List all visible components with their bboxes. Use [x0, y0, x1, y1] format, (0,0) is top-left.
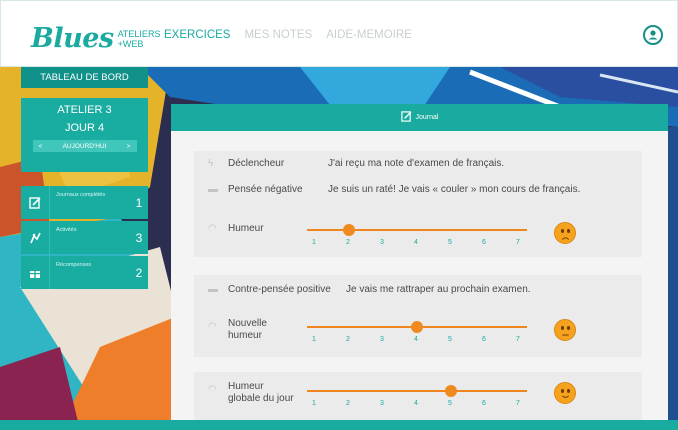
- nav-exercices[interactable]: EXERCICES: [164, 29, 230, 41]
- neutral-face-icon: [554, 319, 576, 341]
- journal-title: Journal: [415, 114, 439, 121]
- sidebar-item-label: Journaux complétés: [49, 186, 130, 219]
- slider-tick-label: 7: [516, 400, 520, 407]
- happy-face-icon: [554, 382, 576, 404]
- sidebar-item-label: Récompenses: [49, 256, 130, 289]
- slider-tick-label: 4: [414, 239, 418, 246]
- logo[interactable]: Blues ATELIERS +WEB: [31, 23, 160, 54]
- humeur-globale-line2: globale du jour: [228, 393, 294, 404]
- slider-tick-label: 2: [346, 336, 350, 343]
- slider-tick-label: 6: [482, 400, 486, 407]
- lightning-icon: ϟ: [208, 158, 214, 169]
- prev-day-arrow-icon[interactable]: <: [39, 143, 43, 150]
- sidebar-item-count: 2: [135, 265, 143, 280]
- humeur-label: Humeur: [228, 223, 264, 234]
- user-circle-icon[interactable]: [643, 25, 663, 45]
- nav-mes-notes[interactable]: MES NOTES: [244, 29, 312, 41]
- today-label: AUJOURD'HUI: [62, 142, 107, 150]
- humeur-globale-label: Humeur globale du jour: [228, 381, 294, 405]
- next-day-arrow-icon[interactable]: >: [127, 143, 131, 150]
- slider-tick-label: 6: [482, 239, 486, 246]
- slider-tick-label: 1: [312, 336, 316, 343]
- main-nav: EXERCICES MES NOTES AIDE-MEMOIRE: [164, 29, 412, 41]
- bottom-bar: [0, 420, 678, 430]
- pensee-label: Pensée négative: [228, 184, 303, 195]
- sidebar-item-count: 3: [135, 230, 143, 245]
- slider-tick-label: 1: [312, 400, 316, 407]
- slider-track[interactable]: [307, 229, 527, 231]
- dashboard-sidebar: TABLEAU DE BORD ATELIER 3 JOUR 4 < AUJOU…: [21, 67, 148, 289]
- contre-pensee-label: Contre-pensée positive: [228, 284, 331, 295]
- slider-tick-label: 4: [414, 336, 418, 343]
- slider-tick-label: 3: [380, 400, 384, 407]
- gift-icon: [21, 256, 49, 289]
- slider-tick-label: 4: [414, 400, 418, 407]
- journal-entry-card: ϟ Déclencheur J'ai reçu ma note d'examen…: [194, 151, 642, 257]
- thought-icon: ▬: [208, 184, 218, 195]
- nouvelle-humeur-slider[interactable]: 1 2 3 4 5 6 7: [307, 320, 527, 344]
- sidebar-item-journaux[interactable]: Journaux complétés 1: [21, 186, 148, 219]
- slider-tick-label: 2: [346, 400, 350, 407]
- day-selector: < AUJOURD'HUI >: [32, 140, 137, 152]
- journal-header: Journal: [171, 104, 668, 131]
- slider-track[interactable]: [307, 390, 527, 392]
- contre-pensee-value[interactable]: Je vais me rattraper au prochain examen.: [346, 284, 531, 295]
- pensee-row: ▬ Pensée négative Je suis un raté! Je va…: [208, 184, 580, 195]
- slider-tick-label: 3: [380, 336, 384, 343]
- slider-tick-label: 2: [346, 239, 350, 246]
- mood-icon: ◠: [208, 223, 217, 234]
- nouvelle-humeur-line1: Nouvelle: [228, 318, 267, 329]
- logo-subtitle: ATELIERS +WEB: [118, 29, 161, 49]
- nouvelle-humeur-line2: humeur: [228, 330, 262, 341]
- humeur-globale-slider[interactable]: 1 2 3 4 5 6 7: [307, 384, 527, 408]
- slider-tick-label: 6: [482, 336, 486, 343]
- dashboard-title: TABLEAU DE BORD: [21, 67, 148, 88]
- slider-tick-label: 5: [448, 239, 452, 246]
- sidebar-item-recompenses[interactable]: Récompenses 2: [21, 256, 148, 289]
- top-bar: Blues ATELIERS +WEB EXERCICES MES NOTES …: [0, 0, 678, 67]
- contre-pensee-card: ▬ Contre-pensée positive Je vais me ratt…: [194, 275, 642, 357]
- slider-handle[interactable]: [343, 224, 355, 236]
- logo-text: Blues: [31, 23, 114, 54]
- slider-tick-label: 7: [516, 336, 520, 343]
- sad-face-icon: [554, 222, 576, 244]
- declencheur-label: Déclencheur: [228, 158, 285, 169]
- humeur-slider[interactable]: 1 2 3 4 5 6 7: [307, 223, 527, 247]
- edit-note-icon: [400, 110, 412, 125]
- thought-icon: ▬: [208, 284, 218, 295]
- pensee-value[interactable]: Je suis un raté! Je vais « couler » mon …: [328, 184, 580, 195]
- nouvelle-humeur-label: Nouvelle humeur: [228, 318, 267, 342]
- declencheur-row: ϟ Déclencheur J'ai reçu ma note d'examen…: [208, 158, 504, 169]
- activity-icon: [21, 221, 49, 254]
- humeur-globale-line1: Humeur: [228, 381, 264, 392]
- declencheur-value[interactable]: J'ai reçu ma note d'examen de français.: [328, 158, 504, 169]
- mood-icon: ◠: [208, 321, 217, 332]
- sidebar-item-label: Activités: [49, 221, 130, 254]
- journal-icon: [21, 186, 49, 219]
- journal-panel: Journal ϟ Déclencheur J'ai reçu ma note …: [171, 104, 668, 430]
- slider-tick-label: 5: [448, 336, 452, 343]
- slider-handle[interactable]: [411, 321, 423, 333]
- slider-handle[interactable]: [445, 385, 457, 397]
- contre-pensee-row: ▬ Contre-pensée positive Je vais me ratt…: [208, 284, 531, 295]
- slider-tick-label: 1: [312, 239, 316, 246]
- slider-tick-label: 7: [516, 239, 520, 246]
- slider-tick-label: 5: [448, 400, 452, 407]
- atelier-card: ATELIER 3 JOUR 4 < AUJOURD'HUI >: [21, 98, 148, 172]
- sidebar-item-count: 1: [135, 195, 143, 210]
- atelier-label: ATELIER 3: [57, 104, 112, 116]
- nav-aide-memoire[interactable]: AIDE-MEMOIRE: [326, 29, 412, 41]
- mood-icon: ◠: [208, 384, 217, 395]
- logo-sub-web: +WEB: [117, 38, 144, 49]
- slider-tick-label: 3: [380, 239, 384, 246]
- logo-sub-ateliers: ATELIERS: [117, 28, 161, 39]
- sidebar-item-activites[interactable]: Activités 3: [21, 221, 148, 254]
- jour-label: JOUR 4: [64, 122, 105, 134]
